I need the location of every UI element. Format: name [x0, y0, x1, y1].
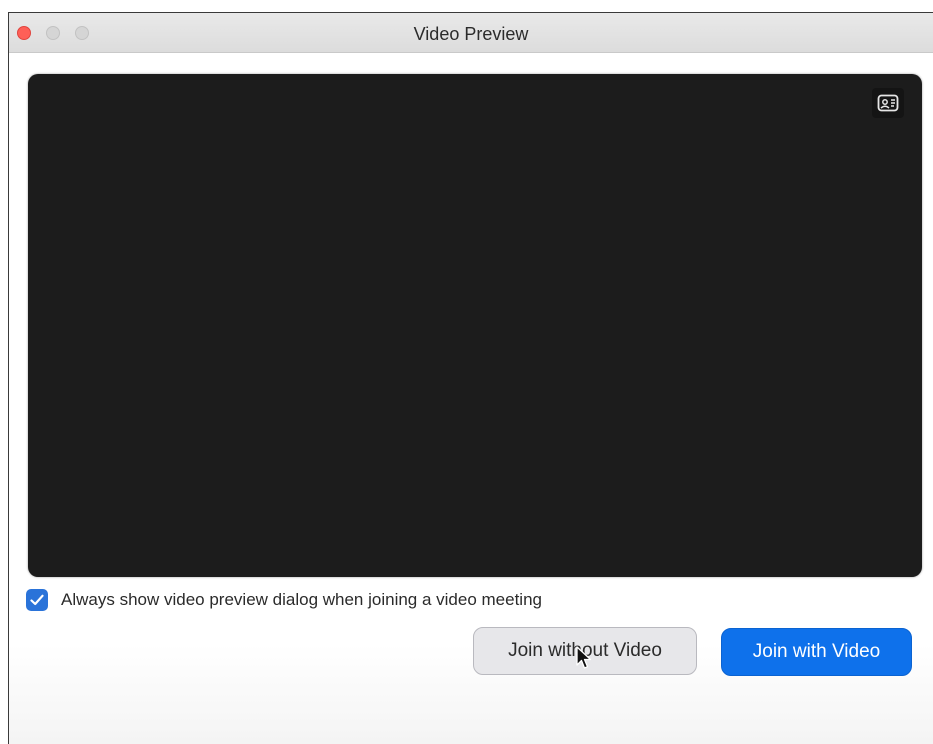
join-without-video-button[interactable]: Join without Video — [473, 627, 697, 675]
video-preview-area — [28, 74, 922, 577]
join-with-video-button[interactable]: Join with Video — [721, 628, 912, 676]
window-title: Video Preview — [413, 24, 529, 44]
camera-switch-icon[interactable] — [872, 88, 904, 118]
title-bar: Video Preview — [9, 13, 933, 53]
always-show-label: Always show video preview dialog when jo… — [61, 590, 542, 609]
always-show-checkbox[interactable] — [26, 589, 48, 611]
always-show-option[interactable]: Always show video preview dialog when jo… — [26, 589, 542, 611]
